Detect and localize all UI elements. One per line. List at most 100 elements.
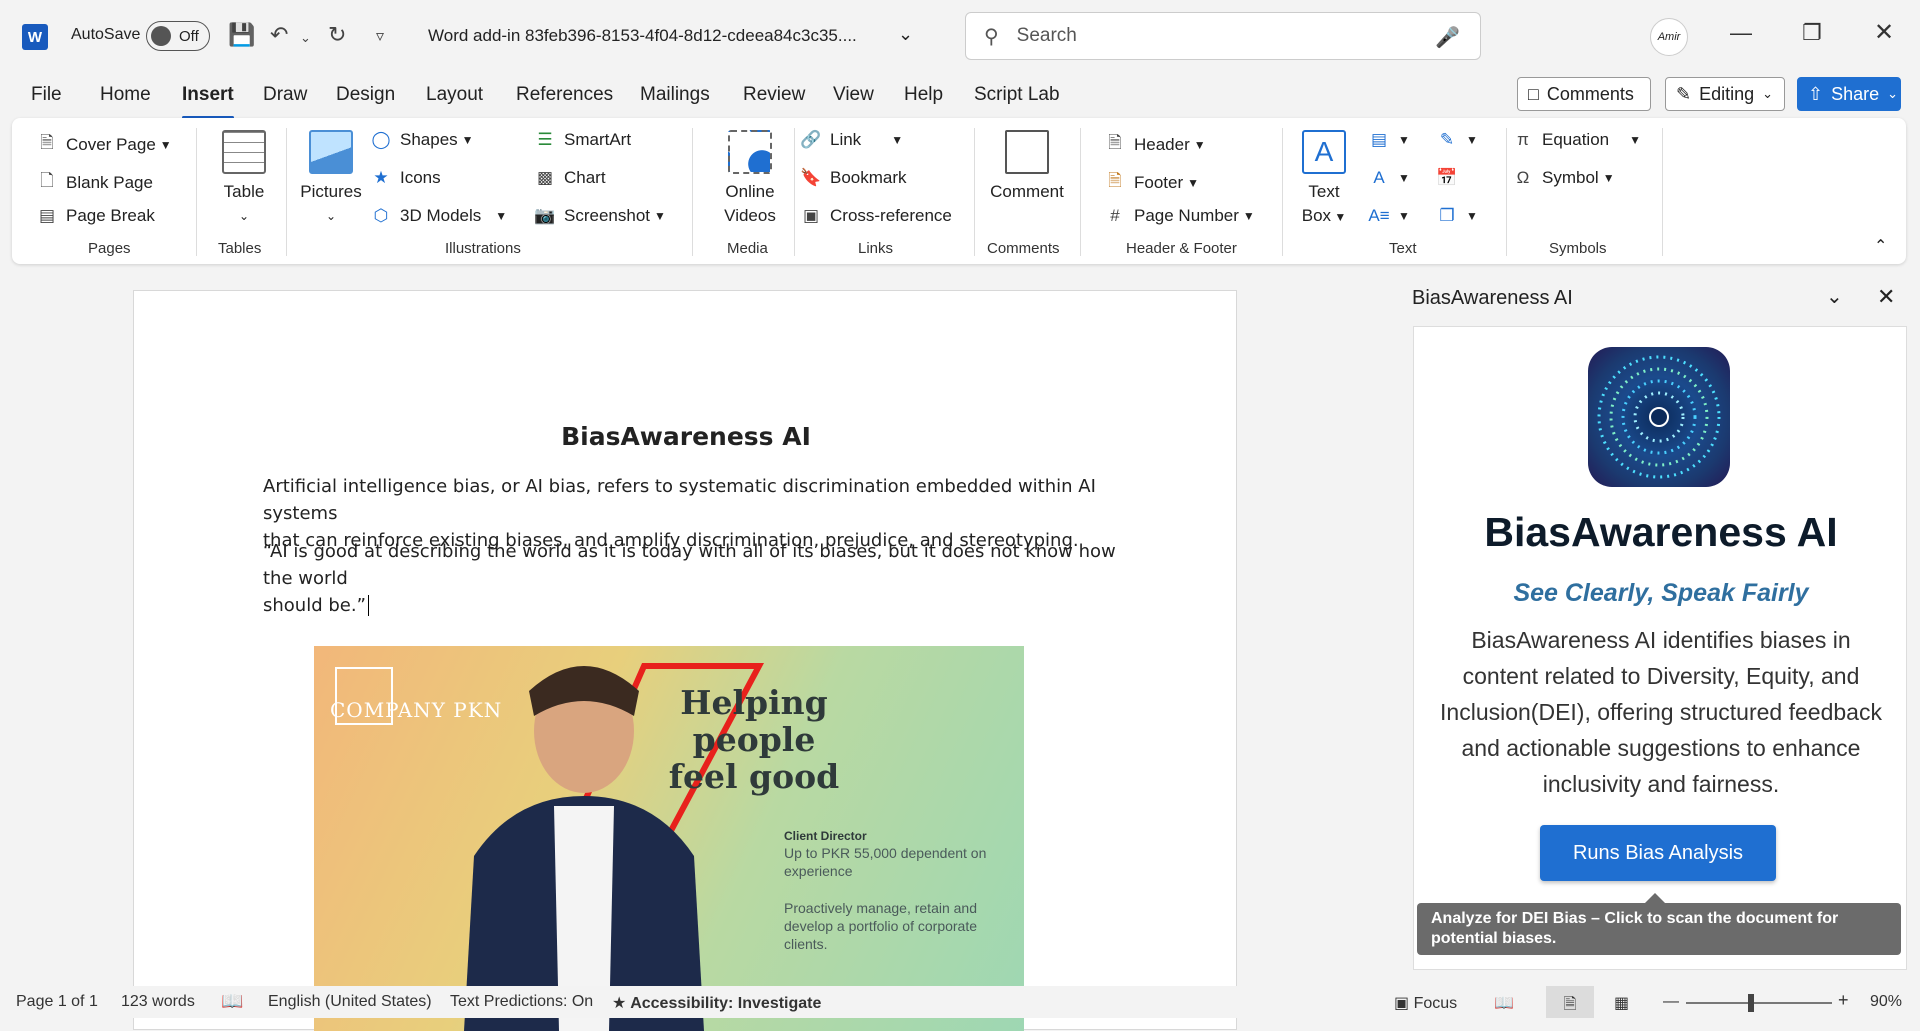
undo-icon[interactable]: ↶	[270, 22, 288, 48]
text-box-button[interactable]: A Text Box ▼	[1294, 130, 1354, 229]
equation-button[interactable]: π Equation ▼	[1512, 130, 1641, 150]
editing-button[interactable]: ✎ Editing ⌄	[1665, 77, 1785, 111]
screenshot-icon: 📷	[534, 206, 556, 225]
tab-insert[interactable]: Insert	[182, 84, 234, 119]
collapse-ribbon-icon[interactable]: ⌃	[1874, 236, 1887, 256]
restore-icon[interactable]: ❐	[1802, 20, 1822, 46]
quick-parts-button[interactable]: ▤ ▼	[1368, 130, 1410, 150]
minimize-icon[interactable]: —	[1730, 20, 1752, 46]
object-button[interactable]: ❐ ▼	[1436, 206, 1478, 226]
word-count[interactable]: 123 words	[121, 993, 195, 1011]
online-videos-button[interactable]: Online Videos	[704, 130, 796, 228]
new-comment-icon	[1005, 130, 1049, 174]
tab-references[interactable]: References	[516, 84, 613, 106]
box-label: Box	[1301, 206, 1332, 225]
chevron-down-icon: ▼	[1398, 209, 1410, 223]
shapes-button[interactable]: ◯ Shapes ▼	[370, 130, 473, 150]
autosave-toggle[interactable]: Off	[146, 21, 210, 51]
screenshot-button[interactable]: 📷 Screenshot ▼	[534, 206, 665, 226]
tab-draw[interactable]: Draw	[263, 84, 307, 106]
3d-models-button[interactable]: ⬡ 3D Models ▼	[370, 206, 508, 226]
close-pane-icon[interactable]: ✕	[1877, 284, 1895, 310]
tab-layout[interactable]: Layout	[426, 84, 483, 106]
chevron-down-icon: ▼	[1187, 175, 1200, 190]
search-input[interactable]: Search	[1017, 25, 1077, 47]
drop-cap-button[interactable]: A≡ ▼	[1368, 206, 1410, 226]
chart-button[interactable]: ▩ Chart	[534, 168, 606, 188]
table-button[interactable]: Table ⌄	[212, 130, 276, 228]
document-title[interactable]: Word add-in 83feb396-8153-4f04-8d12-cdee…	[428, 26, 857, 46]
group-divider	[286, 128, 287, 256]
page-number-label: Page Number	[1134, 206, 1239, 225]
page-break-button[interactable]: ▤ Page Break	[36, 206, 155, 226]
zoom-in-icon[interactable]: +	[1838, 990, 1849, 1011]
proofing-icon[interactable]: 📖	[221, 991, 243, 1012]
print-layout-icon[interactable]: 🗎	[1546, 986, 1594, 1018]
tab-script-lab[interactable]: Script Lab	[974, 84, 1060, 106]
zoom-slider[interactable]	[1686, 1002, 1832, 1004]
chevron-down-icon: ▼	[1331, 210, 1347, 224]
document-page[interactable]: BiasAwareness AI Artificial intelligence…	[133, 290, 1237, 1031]
blank-page-label: Blank Page	[66, 172, 153, 192]
toggle-knob	[151, 26, 171, 46]
zoom-slider-thumb[interactable]	[1748, 994, 1754, 1012]
tab-home[interactable]: Home	[100, 84, 151, 106]
close-icon[interactable]: ✕	[1874, 18, 1894, 47]
zoom-out-icon[interactable]: —	[1663, 993, 1679, 1011]
customize-quick-access-icon[interactable]: ▿	[376, 26, 384, 46]
job-poster-image[interactable]: COMPANY PKN Helping people feel good Cli…	[314, 646, 1024, 1031]
title-dropdown-icon[interactable]: ⌄	[898, 24, 913, 45]
share-button[interactable]: ⇧ Share ⌄	[1797, 77, 1901, 111]
signature-line-button[interactable]: ✎ ▼	[1436, 130, 1478, 150]
footer-button[interactable]: 🗎 Footer ▼	[1104, 168, 1199, 197]
page-count[interactable]: Page 1 of 1	[16, 993, 98, 1011]
cover-page-label: Cover Page	[66, 134, 156, 154]
focus-mode-button[interactable]: ▣ Focus	[1394, 993, 1457, 1013]
language[interactable]: English (United States)	[268, 993, 432, 1011]
microphone-icon[interactable]: 🎤	[1435, 25, 1460, 50]
blank-page-button[interactable]: 🗋 Blank Page	[36, 168, 153, 197]
quick-parts-icon: ▤	[1370, 130, 1388, 149]
text-predictions[interactable]: Text Predictions: On	[450, 993, 593, 1011]
save-icon[interactable]: 💾	[228, 22, 255, 48]
run-bias-analysis-button[interactable]: Runs Bias Analysis	[1540, 825, 1776, 881]
link-button[interactable]: 🔗 Link ▼	[800, 130, 903, 150]
icons-button[interactable]: ★ Icons	[370, 168, 440, 188]
accessibility-label: Accessibility: Investigate	[630, 995, 822, 1012]
bookmark-button[interactable]: 🔖 Bookmark	[800, 168, 906, 188]
pictures-button[interactable]: Pictures ⌄	[294, 130, 368, 228]
accessibility-status[interactable]: ★ Accessibility: Investigate	[612, 993, 821, 1013]
cover-page-icon: 🗎	[40, 133, 54, 152]
tab-design[interactable]: Design	[336, 84, 395, 106]
wordart-button[interactable]: A ▼	[1368, 168, 1410, 188]
comments-label: Comments	[1546, 83, 1634, 104]
task-pane-options-icon[interactable]: ⌄	[1826, 284, 1843, 309]
date-time-button[interactable]: 📅	[1436, 168, 1466, 188]
equation-label: Equation	[1542, 130, 1610, 149]
web-layout-icon[interactable]: ▦	[1614, 993, 1629, 1013]
avatar[interactable]: Amir	[1650, 18, 1688, 56]
headline-line: feel good	[668, 757, 840, 796]
tab-review[interactable]: Review	[743, 84, 805, 106]
symbol-button[interactable]: Ω Symbol ▼	[1512, 168, 1615, 188]
page-number-button[interactable]: # Page Number ▼	[1104, 206, 1255, 226]
tab-file[interactable]: File	[31, 84, 62, 106]
smartart-button[interactable]: ☰ SmartArt	[534, 130, 631, 150]
comment-button[interactable]: Comment	[984, 130, 1070, 204]
undo-dropdown-icon[interactable]: ⌄	[300, 30, 311, 46]
comments-button[interactable]: □ Comments	[1517, 77, 1651, 111]
read-mode-icon[interactable]: 📖	[1494, 993, 1514, 1013]
tab-mailings[interactable]: Mailings	[640, 84, 710, 106]
zoom-level[interactable]: 90%	[1870, 993, 1902, 1011]
search-box[interactable]: ⚲ Search 🎤	[965, 12, 1481, 60]
header-button[interactable]: 🗎 Header ▼	[1104, 130, 1206, 159]
headline-line: Helping	[680, 683, 828, 722]
paragraph-2: “AI is good at describing the world as i…	[263, 538, 1123, 619]
cross-reference-button[interactable]: ▣ Cross-reference	[800, 206, 952, 226]
cover-page-button[interactable]: 🗎 Cover Page ▼	[36, 130, 172, 159]
tab-help[interactable]: Help	[904, 84, 943, 106]
page-break-icon: ▤	[38, 206, 56, 225]
tab-view[interactable]: View	[833, 84, 874, 106]
chevron-down-icon: ▼	[159, 137, 172, 152]
redo-icon[interactable]: ↻	[328, 22, 346, 48]
